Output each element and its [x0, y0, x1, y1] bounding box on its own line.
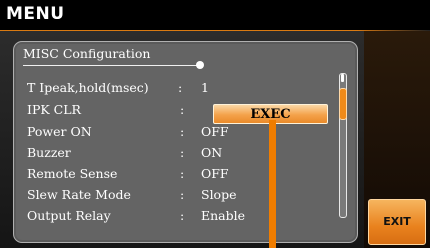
setting-label: IPK CLR: [27, 102, 81, 117]
scrollbar-top-cap: [341, 74, 344, 82]
setting-colon: :: [180, 102, 185, 117]
setting-value: Enable: [201, 208, 246, 223]
setting-colon: :: [180, 124, 185, 139]
setting-label: Buzzer: [27, 145, 71, 160]
menu-title: MENU: [6, 4, 65, 24]
setting-colon: :: [180, 208, 185, 223]
misc-config-panel: MISC Configuration T Ipeak,hold(msec) : …: [13, 41, 358, 243]
setting-row-buzzer[interactable]: Buzzer : ON: [27, 143, 347, 163]
panel-title: MISC Configuration: [23, 46, 151, 61]
setting-value: Slope: [201, 187, 237, 202]
title-underline: [23, 65, 203, 66]
setting-label: Power ON: [27, 124, 92, 139]
setting-value: ON: [201, 145, 223, 160]
callout-pointer: [269, 120, 276, 248]
title-underline-dot: [196, 61, 204, 69]
setting-colon: :: [180, 187, 185, 202]
exit-button[interactable]: EXIT: [368, 199, 426, 245]
setting-row-remote-sense[interactable]: Remote Sense : OFF: [27, 164, 347, 184]
setting-row-power-on[interactable]: Power ON : OFF: [27, 122, 347, 142]
setting-row-tipeak-hold[interactable]: T Ipeak,hold(msec) : 1: [27, 78, 347, 98]
setting-row-output-relay[interactable]: Output Relay : Enable: [27, 206, 347, 226]
setting-label: Output Relay: [27, 208, 111, 223]
setting-value: OFF: [201, 166, 229, 181]
setting-label: Slew Rate Mode: [27, 187, 131, 202]
scrollbar-thumb[interactable]: [339, 88, 347, 120]
setting-colon: :: [180, 166, 185, 181]
setting-label: Remote Sense: [27, 166, 118, 181]
setting-row-slew-rate-mode[interactable]: Slew Rate Mode : Slope: [27, 185, 347, 205]
setting-colon: :: [178, 80, 183, 95]
setting-value: OFF: [201, 124, 229, 139]
setting-value: 1: [201, 80, 209, 95]
menu-header: MENU: [0, 0, 430, 32]
setting-label: T Ipeak,hold(msec): [27, 80, 149, 95]
setting-colon: :: [180, 145, 185, 160]
